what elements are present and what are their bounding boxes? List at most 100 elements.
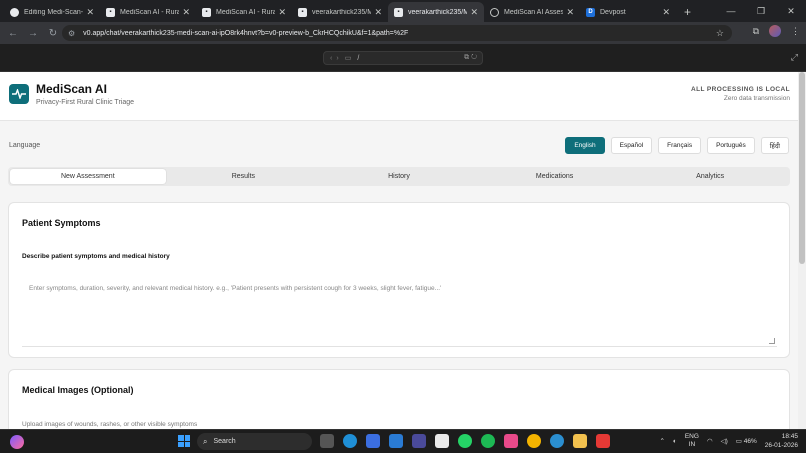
close-tab-icon[interactable]: ✕ xyxy=(662,7,670,18)
browser-tab-label: veerakarthick235/Me xyxy=(312,8,372,16)
tab-medications[interactable]: Medications xyxy=(477,169,633,184)
close-tab-icon[interactable]: ✕ xyxy=(182,7,190,18)
pulse-logo-icon xyxy=(9,84,29,104)
chrome-canary-icon[interactable] xyxy=(550,434,564,448)
edge-icon[interactable] xyxy=(343,434,357,448)
spotify-icon[interactable] xyxy=(481,434,495,448)
card-title: Medical Images (Optional) xyxy=(22,385,134,395)
reload-icon[interactable]: ↻ xyxy=(46,28,60,39)
monitor-icon: ▭ xyxy=(344,55,352,62)
language-button[interactable]: Português xyxy=(707,137,755,154)
open-external-and-refresh-icons[interactable]: ⧉ ↻ xyxy=(464,54,477,62)
local-processing-badge: ALL PROCESSING IS LOCAL xyxy=(690,86,790,93)
browser-tab-label: veerakarthick235/Me xyxy=(408,8,468,16)
taskbar-search[interactable]: ⌕ Search xyxy=(197,433,312,450)
browser-tab[interactable]: D Devpost ✕ xyxy=(580,2,676,22)
task-view-icon[interactable] xyxy=(320,434,334,448)
clock[interactable]: 18:45 26-01-2026 xyxy=(765,432,798,450)
browser-tab[interactable]: ▪ veerakarthick235/Me ✕ xyxy=(388,2,484,22)
windows-start-icon[interactable] xyxy=(178,435,190,447)
tab-results[interactable]: Results xyxy=(166,169,322,184)
restore-icon[interactable]: ❐ xyxy=(746,0,776,22)
close-tab-icon[interactable]: ✕ xyxy=(566,7,574,18)
page-scrollbar[interactable] xyxy=(798,72,806,430)
close-tab-icon[interactable]: ✕ xyxy=(470,7,478,18)
d-favicon-icon: D xyxy=(586,7,595,17)
minimize-icon[interactable]: — xyxy=(716,0,746,22)
browser-tab[interactable]: ▪ MediScan AI - Rural C✕ xyxy=(196,2,292,22)
copilot-icon[interactable] xyxy=(504,434,518,448)
chevron-up-icon[interactable]: ⌃ xyxy=(659,437,664,445)
browser-tab-label: MediScan AI - Rural C xyxy=(216,8,276,16)
file-explorer-icon[interactable] xyxy=(573,434,587,448)
scrollbar-thumb[interactable] xyxy=(799,72,805,264)
windows-taskbar: ⌕ Search ⌃ ◐ ENG IN ◠ ◁) ▭ 46% 18:45 26-… xyxy=(0,429,806,453)
whatsapp-icon[interactable] xyxy=(458,434,472,448)
preview-back-icon[interactable]: ‹ xyxy=(330,55,332,62)
v0-favicon-icon: ▪ xyxy=(106,7,115,17)
tab-history[interactable]: History xyxy=(321,169,477,184)
search-label: Search xyxy=(213,438,236,445)
time: 18:45 xyxy=(781,433,798,440)
close-tab-icon[interactable]: ✕ xyxy=(86,7,94,18)
widgets-icon[interactable] xyxy=(10,435,24,449)
browser-tab-label: Devpost xyxy=(600,8,626,16)
close-tab-icon[interactable]: ✕ xyxy=(374,7,382,18)
browser-tab-label: MediScan AI - Rural C xyxy=(120,8,180,16)
browser-tab-label: MediScan AI Assessm xyxy=(504,8,564,16)
resize-handle-icon[interactable] xyxy=(769,338,775,344)
bookmark-star-icon[interactable]: ☆ xyxy=(716,28,724,39)
wifi-icon[interactable]: ◠ xyxy=(707,437,713,445)
main-tabs: New Assessment Results History Medications A… xyxy=(8,167,790,186)
v0-favicon-icon: ▪ xyxy=(202,7,211,17)
tab-analytics[interactable]: Analytics xyxy=(632,169,788,184)
input-language[interactable]: ENG IN xyxy=(685,433,699,449)
azure-icon[interactable] xyxy=(366,434,380,448)
language-button[interactable]: Español xyxy=(610,137,653,154)
tray-app-icon[interactable]: ◐ xyxy=(673,438,677,445)
url-bar[interactable]: ⚙ v0.app/chat/veerakarthick235-medi-scan… xyxy=(62,25,732,41)
browser-tab[interactable]: Editing Medi-Scan-AI ✕ xyxy=(4,2,100,22)
vscode-icon[interactable] xyxy=(389,434,403,448)
app-title: MediScan AI xyxy=(36,82,107,96)
volume-icon[interactable]: ◁) xyxy=(721,437,728,445)
preview-forward-icon[interactable]: › xyxy=(336,55,338,62)
expand-icon[interactable]: ⤢ xyxy=(791,52,798,63)
chrome-icon[interactable] xyxy=(527,434,541,448)
preview-path-box[interactable]: ‹ › ▭ / ⧉ ↻ xyxy=(323,51,483,65)
symptoms-textarea[interactable]: Enter symptoms, duration, severity, and … xyxy=(22,273,777,347)
forward-icon[interactable]: → xyxy=(26,28,40,39)
v0-favicon-icon: ▪ xyxy=(394,7,403,17)
menu-icon[interactable]: ⋮ xyxy=(791,26,800,37)
language-button[interactable]: हिंदी xyxy=(760,137,789,154)
browser-tab[interactable]: ▪ MediScan AI - Rural C✕ xyxy=(100,2,196,22)
store-icon[interactable] xyxy=(435,434,449,448)
teams-icon[interactable] xyxy=(412,434,426,448)
browser-tab[interactable]: MediScan AI Assessm✕ xyxy=(484,2,580,22)
patient-symptoms-card: Patient Symptoms Describe patient sympto… xyxy=(8,202,790,358)
close-window-icon[interactable]: ✕ xyxy=(776,0,806,22)
browser-tab[interactable]: ▪ veerakarthick235/Me ✕ xyxy=(292,2,388,22)
profile-avatar[interactable] xyxy=(769,25,781,37)
date: 26-01-2026 xyxy=(764,442,798,449)
language-button[interactable]: Français xyxy=(658,137,702,154)
tab-new-assessment[interactable]: New Assessment xyxy=(10,169,166,184)
extensions-icon[interactable]: ⧉ xyxy=(753,26,759,37)
close-tab-icon[interactable]: ✕ xyxy=(278,7,286,18)
language-button[interactable]: English xyxy=(565,137,605,154)
globe-favicon-icon xyxy=(490,7,499,17)
url-text: v0.app/chat/veerakarthick235-medi-scan-a… xyxy=(83,29,409,37)
preview-path: / xyxy=(357,54,360,62)
app-icon[interactable] xyxy=(596,434,610,448)
zero-transmission-text: Zero data transmission xyxy=(723,95,790,102)
new-tab-button[interactable]: + xyxy=(684,2,691,22)
search-icon: ⌕ xyxy=(203,436,208,446)
battery-icon[interactable]: ▭ 46% xyxy=(736,437,757,445)
card-title: Patient Symptoms xyxy=(22,218,101,228)
back-icon[interactable]: ← xyxy=(6,28,20,39)
language-buttons: English Español Français Português हिंदी xyxy=(565,137,789,154)
preview-toolbar: ‹ › ▭ / ⧉ ↻ ⤢ xyxy=(0,44,806,72)
browser-tab-strip: Editing Medi-Scan-AI ✕ ▪ MediScan AI - Rura… xyxy=(0,0,806,22)
app-header: MediScan AI Privacy-First Rural Clinic T… xyxy=(0,72,806,121)
site-info-icon[interactable]: ⚙ xyxy=(68,29,75,38)
